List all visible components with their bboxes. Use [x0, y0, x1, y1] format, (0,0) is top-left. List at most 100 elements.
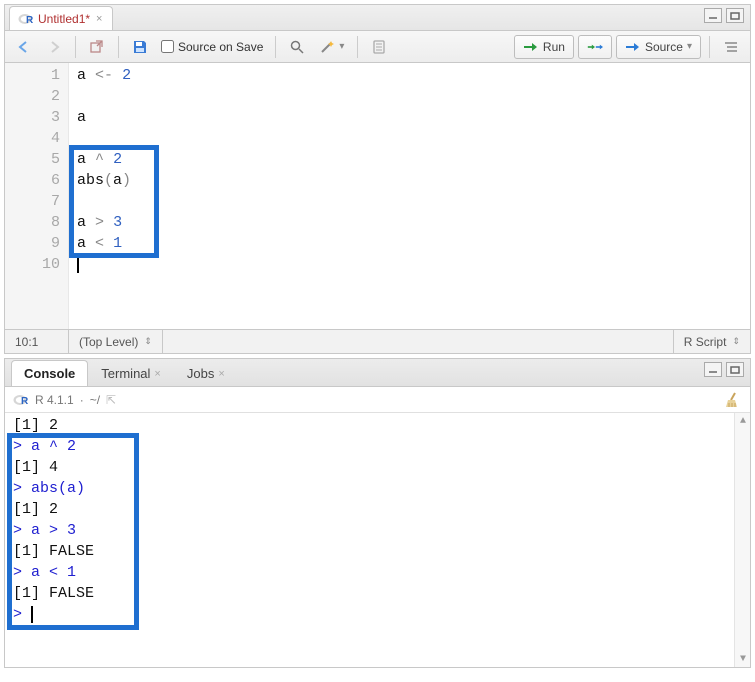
- minimize-pane-button[interactable]: [704, 362, 722, 377]
- code-line[interactable]: [77, 191, 131, 212]
- popout-icon: [89, 39, 105, 55]
- code-line[interactable]: a <- 2: [77, 65, 131, 86]
- console-output-line: [1] 4: [13, 457, 742, 478]
- code-line[interactable]: [77, 86, 131, 107]
- gutter-line-number: 2: [5, 86, 60, 107]
- notebook-icon: [371, 39, 387, 55]
- svg-text:R: R: [21, 396, 29, 407]
- code-line[interactable]: a ^ 2: [77, 149, 131, 170]
- editor-body[interactable]: 12345678910 a <- 2 a a ^ 2abs(a) a > 3a …: [5, 63, 750, 329]
- editor-tabbar: R Untitled1* ×: [5, 5, 750, 31]
- gutter-line-number: 9: [5, 233, 60, 254]
- code-line[interactable]: [77, 254, 131, 275]
- search-icon: [289, 39, 305, 55]
- console-input-line: > abs(a): [13, 478, 742, 499]
- minimize-pane-button[interactable]: [704, 8, 722, 23]
- text-cursor: [31, 606, 33, 623]
- editor-code[interactable]: a <- 2 a a ^ 2abs(a) a > 3a < 1: [69, 63, 139, 329]
- console-output-line: [1] FALSE: [13, 541, 742, 562]
- wd-popout-icon[interactable]: ⇱: [106, 393, 116, 407]
- find-button[interactable]: [284, 35, 310, 59]
- console-tabbar: Console Terminal × Jobs ×: [5, 359, 750, 387]
- editor-tab[interactable]: R Untitled1* ×: [9, 6, 113, 30]
- run-button[interactable]: Run: [514, 35, 574, 59]
- show-in-new-window-button[interactable]: [84, 35, 110, 59]
- tab-label: Console: [24, 366, 75, 381]
- save-button[interactable]: [127, 35, 153, 59]
- maximize-pane-button[interactable]: [726, 362, 744, 377]
- back-button[interactable]: [11, 35, 37, 59]
- updown-caret-icon: ⇕: [144, 336, 152, 347]
- code-line[interactable]: a < 1: [77, 233, 131, 254]
- console-input-line: > a < 1: [13, 562, 742, 583]
- editor-toolbar: Source on Save ▾ Run Source ▾: [5, 31, 750, 63]
- gutter-line-number: 3: [5, 107, 60, 128]
- save-icon: [132, 39, 148, 55]
- console-tab-console[interactable]: Console: [11, 360, 88, 386]
- gutter-line-number: 7: [5, 191, 60, 212]
- gutter-line-number: 8: [5, 212, 60, 233]
- console-scrollbar[interactable]: ▲ ▼: [734, 413, 750, 667]
- r-version: R 4.1.1: [35, 393, 74, 407]
- code-line[interactable]: a > 3: [77, 212, 131, 233]
- tab-label: Jobs: [187, 366, 214, 381]
- code-line[interactable]: abs(a): [77, 170, 131, 191]
- console-input-line: > a ^ 2: [13, 436, 742, 457]
- gutter-line-number: 4: [5, 128, 60, 149]
- editor-pane: R Untitled1* × Source on Save: [4, 4, 751, 354]
- close-tab-icon[interactable]: ×: [218, 368, 224, 380]
- clear-console-button[interactable]: [724, 391, 742, 412]
- console-info-bar: R R 4.1.1 · ~/ ⇱: [5, 387, 750, 413]
- editor-tab-title: Untitled1*: [38, 12, 90, 26]
- svg-text:R: R: [26, 15, 34, 26]
- rscript-icon: R: [18, 11, 34, 27]
- run-arrow-icon: [523, 39, 539, 55]
- console-pane: Console Terminal × Jobs × R R 4.1.1 · ~/ ⇱ […: [4, 358, 751, 668]
- outline-icon: [723, 39, 739, 55]
- editor-statusbar: 10:1 (Top Level) ⇕ R Script ⇕: [5, 329, 750, 353]
- wand-icon: [319, 39, 335, 55]
- close-tab-icon[interactable]: ×: [154, 368, 160, 380]
- broom-icon: [724, 391, 742, 409]
- close-tab-icon[interactable]: ×: [94, 13, 104, 25]
- text-cursor: [77, 256, 79, 273]
- gutter-line-number: 10: [5, 254, 60, 275]
- gutter-line-number: 1: [5, 65, 60, 86]
- source-button[interactable]: Source ▾: [616, 35, 701, 59]
- source-on-save-checkbox[interactable]: Source on Save: [157, 40, 267, 54]
- arrow-left-icon: [16, 39, 32, 55]
- maximize-pane-button[interactable]: [726, 8, 744, 23]
- gutter-line-number: 5: [5, 149, 60, 170]
- rerun-button[interactable]: [578, 35, 612, 59]
- code-line[interactable]: a: [77, 107, 131, 128]
- console-output[interactable]: [1] 2> a ^ 2[1] 4> abs(a)[1] 2> a > 3[1]…: [5, 413, 750, 667]
- console-output-line: [1] 2: [13, 415, 742, 436]
- code-line[interactable]: [77, 128, 131, 149]
- forward-button[interactable]: [41, 35, 67, 59]
- editor-gutter: 12345678910: [5, 63, 69, 329]
- source-arrow-icon: [625, 39, 641, 55]
- scroll-up-icon[interactable]: ▲: [735, 413, 750, 429]
- pane-window-controls: [704, 362, 744, 377]
- dropdown-caret-icon: ▾: [687, 41, 692, 52]
- cursor-position: 10:1: [5, 330, 69, 353]
- run-label: Run: [543, 40, 565, 54]
- scroll-down-icon[interactable]: ▼: [735, 651, 750, 667]
- scope-selector[interactable]: (Top Level) ⇕: [69, 330, 163, 353]
- console-output-line: [1] FALSE: [13, 583, 742, 604]
- tab-label: Terminal: [101, 366, 150, 381]
- console-input-line: > a > 3: [13, 520, 742, 541]
- updown-caret-icon: ⇕: [732, 336, 740, 347]
- compile-report-button[interactable]: [366, 35, 392, 59]
- code-tools-button[interactable]: ▾: [314, 35, 349, 59]
- working-directory[interactable]: ~/: [90, 393, 100, 407]
- filetype-selector[interactable]: R Script ⇕: [674, 330, 750, 353]
- outline-button[interactable]: [718, 35, 744, 59]
- source-on-save-label: Source on Save: [178, 40, 263, 54]
- rerun-icon: [587, 39, 603, 55]
- console-tab-jobs[interactable]: Jobs ×: [174, 360, 238, 386]
- arrow-right-icon: [46, 39, 62, 55]
- gutter-line-number: 6: [5, 170, 60, 191]
- console-tab-terminal[interactable]: Terminal ×: [88, 360, 174, 386]
- r-logo-icon: R: [13, 392, 29, 408]
